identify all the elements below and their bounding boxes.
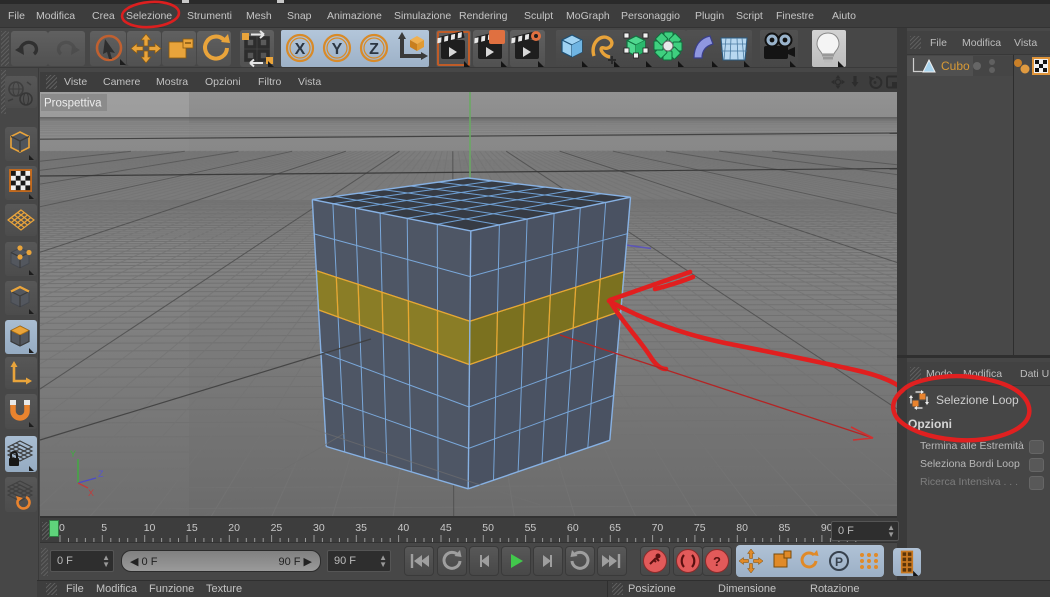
svg-text:55: 55 (525, 522, 537, 534)
svg-text:Z: Z (369, 41, 379, 58)
svg-text:?: ? (713, 554, 721, 569)
svg-text:45: 45 (440, 522, 452, 534)
svg-text:25: 25 (271, 522, 283, 534)
svg-text:X: X (88, 488, 94, 498)
svg-text:75: 75 (694, 522, 706, 534)
svg-text:60: 60 (567, 522, 579, 534)
svg-text:40: 40 (398, 522, 410, 534)
svg-text:Y: Y (70, 449, 76, 459)
svg-text:P: P (835, 555, 843, 569)
svg-text:0: 0 (59, 522, 65, 534)
svg-text:35: 35 (355, 522, 367, 534)
svg-text:50: 50 (482, 522, 494, 534)
svg-text:80: 80 (736, 522, 748, 534)
svg-text:30: 30 (313, 522, 325, 534)
svg-text:10: 10 (144, 522, 156, 534)
svg-text:X: X (295, 41, 306, 58)
svg-text:70: 70 (652, 522, 664, 534)
svg-text:85: 85 (779, 522, 791, 534)
svg-text:Y: Y (332, 41, 343, 58)
svg-text:15: 15 (186, 522, 198, 534)
svg-text:Z: Z (98, 469, 104, 479)
svg-text:5: 5 (101, 522, 107, 534)
svg-text:65: 65 (609, 522, 621, 534)
svg-text:Prospettiva: Prospettiva (44, 98, 102, 110)
svg-text:20: 20 (228, 522, 240, 534)
